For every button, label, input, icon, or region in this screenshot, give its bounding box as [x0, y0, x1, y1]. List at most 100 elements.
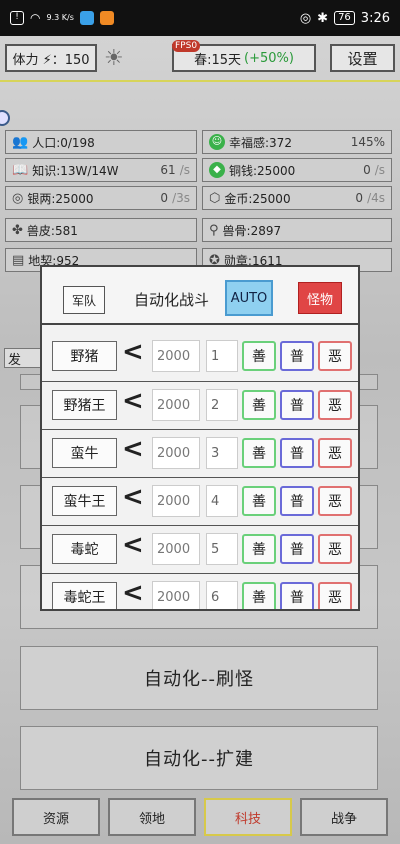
stat-item: ⬡ 金币:25000 0/4s	[202, 186, 392, 210]
monster-name[interactable]: 野猪	[52, 341, 117, 371]
army-button[interactable]: 军队	[63, 286, 105, 314]
amount-input[interactable]: 2000	[152, 485, 200, 517]
compare-sign: <	[122, 337, 144, 367]
monster-name[interactable]: 蛮牛王	[52, 486, 117, 516]
stat-rate: /3s	[172, 191, 190, 205]
normal-button[interactable]: 普	[280, 438, 314, 468]
good-button[interactable]: 善	[242, 341, 276, 371]
good-button[interactable]: 善	[242, 534, 276, 564]
bluetooth-icon: ✱	[317, 10, 329, 26]
level-input[interactable]: 3	[206, 437, 238, 469]
stat-value: 0	[363, 163, 371, 177]
smile-icon: ☺	[209, 134, 225, 150]
video-app-icon	[99, 11, 114, 25]
wifi-icon: ◠	[30, 11, 41, 25]
stat-rate: /4s	[367, 191, 385, 205]
stat-label: 幸福感:372	[229, 135, 292, 150]
evil-button[interactable]: 恶	[318, 534, 352, 564]
good-button[interactable]: 善	[242, 390, 276, 420]
nav-tech[interactable]: 科技	[204, 798, 292, 836]
deed-icon: ▤	[12, 252, 25, 268]
nav-territory[interactable]: 领地	[108, 798, 196, 836]
bottom-nav: 资源 领地 科技 战争	[0, 798, 400, 838]
level-input[interactable]: 1	[206, 340, 238, 372]
good-button[interactable]: 善	[242, 438, 276, 468]
normal-button[interactable]: 普	[280, 582, 314, 609]
stat-label: 铜钱:25000	[229, 163, 296, 178]
monster-row: 野猪王 <2000 2 善普恶	[42, 381, 358, 429]
silver-icon: ◎	[12, 190, 24, 206]
modal-header: 军队 自动化战斗 AUTO 怪物	[42, 267, 358, 325]
monster-name[interactable]: 蛮牛	[52, 438, 117, 468]
monster-row: 蛮牛 <2000 3 善普恶	[42, 429, 358, 477]
cloud-app-icon	[79, 11, 94, 25]
compare-sign: <	[122, 434, 144, 464]
fps-badge: FPS0	[172, 40, 201, 52]
monster-button[interactable]: 怪物	[298, 282, 342, 314]
stat-label: 兽骨:2897	[222, 223, 282, 238]
book-icon: 📖	[12, 162, 29, 178]
nav-war[interactable]: 战争	[300, 798, 388, 836]
monster-row: 毒蛇王 <2000 6 善普恶	[42, 573, 358, 609]
good-button[interactable]: 善	[242, 582, 276, 609]
good-button[interactable]: 善	[242, 486, 276, 516]
monster-name[interactable]: 毒蛇	[52, 534, 117, 564]
evil-button[interactable]: 恶	[318, 582, 352, 609]
amount-input[interactable]: 2000	[152, 340, 200, 372]
stat-item: 📖 知识:13W/14W 61/s	[5, 158, 197, 182]
stat-value: 0	[355, 191, 364, 205]
stat-item: ◎ 银两:25000 0/3s	[5, 186, 197, 210]
level-input[interactable]: 4	[206, 485, 238, 517]
monster-name[interactable]: 毒蛇王	[52, 582, 117, 609]
monster-row: 蛮牛王 <2000 4 善普恶	[42, 477, 358, 525]
auto-farm-button[interactable]: 自动化--刷怪	[20, 646, 378, 710]
evil-button[interactable]: 恶	[318, 341, 352, 371]
stat-item: 👥 人口:0/198	[5, 130, 197, 154]
normal-button[interactable]: 普	[280, 486, 314, 516]
stat-value: 0	[160, 191, 169, 205]
compare-sign: <	[122, 386, 144, 416]
alarm-icon: ◎	[299, 10, 312, 26]
stat-item: ☺ 幸福感:372 145%	[202, 130, 392, 154]
evil-button[interactable]: 恶	[318, 390, 352, 420]
stat-rate: /s	[179, 163, 190, 177]
sun-icon: ☀	[104, 46, 124, 71]
stat-label: 银两:25000	[27, 191, 94, 206]
settings-button[interactable]: 设置	[330, 44, 395, 72]
monster-name[interactable]: 野猪王	[52, 390, 117, 420]
auto-build-button[interactable]: 自动化--扩建	[20, 726, 378, 790]
amount-input[interactable]: 2000	[152, 581, 200, 609]
level-input[interactable]: 5	[206, 533, 238, 565]
compare-sign: <	[122, 578, 144, 608]
amount-input[interactable]: 2000	[152, 533, 200, 565]
stamina-display: 体力 ⚡：150	[5, 44, 97, 72]
stat-value: 145%	[350, 135, 385, 149]
level-input[interactable]: 2	[206, 389, 238, 421]
evil-button[interactable]: 恶	[318, 486, 352, 516]
stat-item: ◆ 铜钱:25000 0/s	[202, 158, 392, 182]
gold-icon: ⬡	[209, 190, 221, 206]
bone-icon: ⚲	[209, 222, 219, 238]
amount-input[interactable]: 2000	[152, 389, 200, 421]
nav-resources[interactable]: 资源	[12, 798, 100, 836]
stat-item: ✤ 兽皮:581	[5, 218, 197, 242]
net-speed: 9.3 K/s	[46, 13, 74, 22]
auto-battle-modal: 军队 自动化战斗 AUTO 怪物 野猪 <2000 1 善普恶野猪王 <2000 2 善普恶…	[40, 265, 360, 611]
season-text: 春:15天	[194, 52, 241, 68]
normal-button[interactable]: 普	[280, 534, 314, 564]
stat-label: 知识:13W/14W	[32, 163, 119, 178]
people-icon: 👥	[12, 134, 29, 150]
amount-input[interactable]: 2000	[152, 437, 200, 469]
season-bonus: (+50%)	[244, 50, 294, 66]
battery-indicator: 76	[334, 11, 355, 25]
level-input[interactable]: 6	[206, 581, 238, 609]
auto-toggle-button[interactable]: AUTO	[225, 280, 273, 316]
evil-button[interactable]: 恶	[318, 438, 352, 468]
modal-title: 自动化战斗	[134, 291, 210, 309]
normal-button[interactable]: 普	[280, 341, 314, 371]
compare-sign: <	[122, 482, 144, 512]
monster-row: 毒蛇 <2000 5 善普恶	[42, 525, 358, 573]
top-bar: 体力 ⚡：150 ☀ 春:15天 (+50%) FPS0 设置	[0, 40, 400, 74]
clock: 3:26	[360, 10, 390, 26]
normal-button[interactable]: 普	[280, 390, 314, 420]
